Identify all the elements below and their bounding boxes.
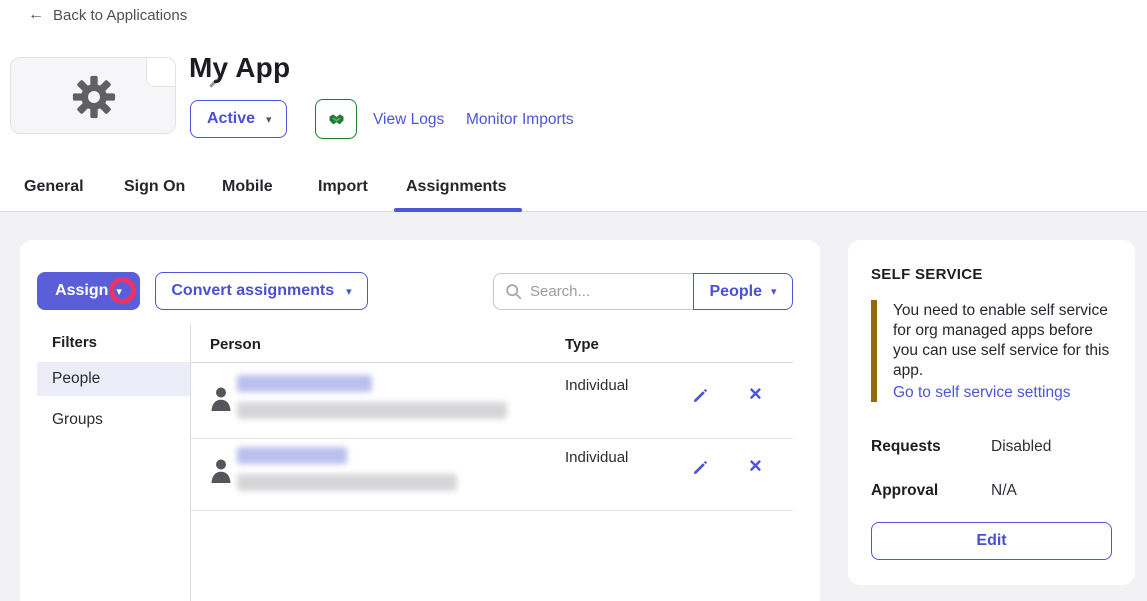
gear-icon	[72, 75, 116, 119]
back-arrow-icon: ←	[28, 6, 44, 24]
handshake-icon	[326, 109, 347, 130]
back-to-applications-link[interactable]: ← Back to Applications	[28, 6, 187, 24]
person-name-redacted[interactable]	[237, 375, 372, 392]
assign-button[interactable]: Assign ▾	[37, 272, 140, 310]
requests-value: Disabled	[991, 438, 1051, 456]
person-icon	[209, 458, 233, 484]
search-box	[493, 273, 693, 310]
assignment-type-cell: Individual	[565, 449, 628, 466]
tab-mobile[interactable]: Mobile	[222, 178, 273, 196]
approval-value: N/A	[991, 482, 1017, 500]
self-service-notice: You need to enable self service for org …	[893, 301, 1111, 381]
column-header-type: Type	[565, 336, 599, 353]
assign-button-label: Assign	[55, 282, 108, 300]
handshake-badge-button[interactable]	[315, 99, 357, 139]
column-header-person: Person	[210, 336, 261, 353]
filter-item-people[interactable]: People	[37, 362, 190, 396]
edit-logo-button[interactable]	[146, 57, 176, 87]
remove-assignment-icon[interactable]: ×	[749, 455, 762, 477]
tab-bar-divider	[0, 211, 1147, 212]
approval-label: Approval	[871, 482, 938, 500]
person-email-redacted	[237, 402, 507, 419]
chevron-down-icon: ▾	[116, 285, 122, 298]
edit-self-service-button[interactable]: Edit	[871, 522, 1112, 560]
chevron-down-icon: ▾	[346, 285, 352, 298]
remove-assignment-icon[interactable]: ×	[749, 383, 762, 405]
edit-assignment-icon[interactable]	[691, 386, 710, 405]
search-group: People ▾	[493, 273, 793, 310]
tab-general[interactable]: General	[24, 178, 84, 196]
back-link-label: Back to Applications	[53, 7, 187, 24]
requests-label: Requests	[871, 438, 941, 456]
chevron-down-icon: ▾	[771, 285, 777, 298]
assignments-panel: Assign ▾ Convert assignments ▾ People ▾ …	[20, 240, 820, 601]
tab-import[interactable]: Import	[318, 178, 368, 196]
person-icon	[209, 386, 233, 412]
search-scope-label: People	[710, 283, 762, 301]
person-name-redacted[interactable]	[237, 447, 347, 464]
chevron-down-icon: ▾	[266, 113, 272, 126]
app-logo-tile	[10, 57, 176, 134]
row-divider	[190, 438, 793, 439]
convert-assignments-button[interactable]: Convert assignments ▾	[155, 272, 368, 310]
status-label: Active	[207, 110, 255, 128]
table-header-border	[190, 362, 793, 363]
tab-sign-on[interactable]: Sign On	[124, 178, 185, 196]
view-logs-link[interactable]: View Logs	[373, 111, 444, 129]
person-email-redacted	[237, 474, 457, 491]
tab-assignments[interactable]: Assignments	[406, 178, 506, 196]
page-title: My App	[189, 52, 290, 84]
filters-heading: Filters	[52, 334, 97, 351]
self-service-panel: SELF SERVICE You need to enable self ser…	[848, 240, 1135, 585]
filters-divider	[190, 324, 191, 601]
callout-accent-bar	[871, 300, 877, 402]
active-tab-underline	[394, 208, 522, 212]
filter-item-groups[interactable]: Groups	[37, 403, 190, 437]
search-icon	[505, 283, 522, 300]
self-service-settings-link[interactable]: Go to self service settings	[893, 384, 1070, 402]
assignment-type-cell: Individual	[565, 377, 628, 394]
row-divider	[190, 510, 793, 511]
search-scope-dropdown[interactable]: People ▾	[693, 273, 793, 310]
monitor-imports-link[interactable]: Monitor Imports	[466, 111, 574, 129]
self-service-heading: SELF SERVICE	[871, 266, 983, 283]
edit-assignment-icon[interactable]	[691, 458, 710, 477]
app-status-dropdown[interactable]: Active ▾	[190, 100, 287, 138]
convert-assignments-label: Convert assignments	[171, 282, 334, 300]
search-input[interactable]	[493, 273, 693, 310]
